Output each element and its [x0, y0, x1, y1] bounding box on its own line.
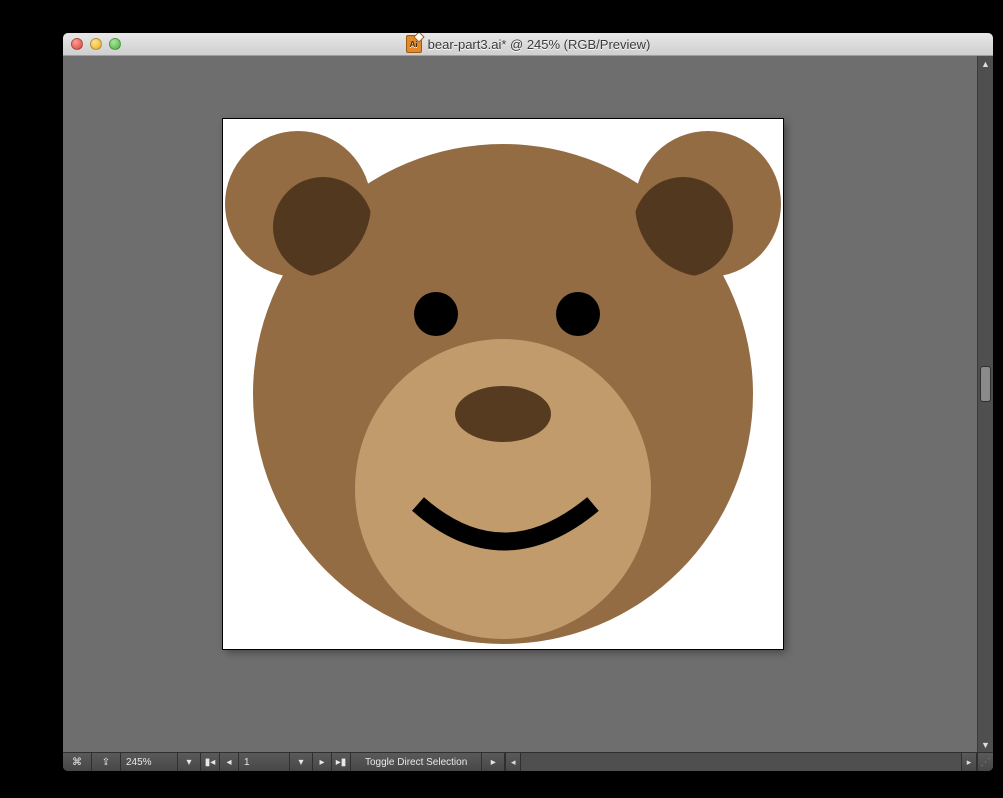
- scroll-right-arrow-icon[interactable]: ▸: [961, 753, 977, 771]
- vertical-scrollbar[interactable]: ▲ ▼: [977, 56, 993, 752]
- zoom-value: 245%: [126, 757, 152, 768]
- prev-artboard-button[interactable]: ◂: [220, 753, 239, 771]
- artboard-dropdown[interactable]: ▾: [290, 753, 313, 771]
- horizontal-scroll-track[interactable]: [521, 753, 961, 771]
- status-bar: ⌘ ⇪ 245% ▾ ▮◂ ◂ 1 ▾ ▸ ▸▮ Toggle Direct S: [63, 752, 993, 771]
- window-title-text: bear-part3.ai* @ 245% (RGB/Preview): [428, 37, 651, 52]
- zoom-input[interactable]: 245%: [121, 753, 178, 771]
- scroll-up-arrow-icon[interactable]: ▲: [978, 56, 993, 71]
- horizontal-scrollbar[interactable]: [521, 753, 961, 771]
- resize-grip-icon: ⋰: [981, 757, 991, 768]
- ai-file-icon: Ai: [406, 35, 422, 53]
- status-flyout-button[interactable]: ▸: [482, 753, 505, 771]
- prev-icon: ◂: [226, 757, 231, 768]
- tool-hint: Toggle Direct Selection: [351, 753, 482, 771]
- window-controls: [71, 38, 121, 50]
- zoom-window-button[interactable]: [109, 38, 121, 50]
- bear-eye-right: [556, 292, 600, 336]
- share-button[interactable]: ⇪: [92, 753, 121, 771]
- next-artboard-button[interactable]: ▸: [313, 753, 332, 771]
- document-body: ▲ ▼: [63, 56, 993, 752]
- document-window: Ai bear-part3.ai* @ 245% (RGB/Preview): [62, 32, 994, 772]
- bear-eye-left: [414, 292, 458, 336]
- last-icon: ▸▮: [336, 757, 347, 768]
- scroll-left-arrow-icon[interactable]: ◂: [505, 753, 521, 771]
- last-artboard-button[interactable]: ▸▮: [332, 753, 351, 771]
- window-resize-grip[interactable]: ⋰: [977, 753, 993, 771]
- bear-muzzle: [355, 339, 651, 639]
- gpu-preview-button[interactable]: ⌘: [63, 753, 92, 771]
- titlebar[interactable]: Ai bear-part3.ai* @ 245% (RGB/Preview): [63, 33, 993, 56]
- share-icon: ⇪: [102, 757, 110, 768]
- bear-nose: [455, 386, 551, 442]
- artboard-number-input[interactable]: 1: [239, 753, 290, 771]
- first-artboard-button[interactable]: ▮◂: [201, 753, 220, 771]
- chevron-down-icon: ▾: [298, 757, 303, 768]
- tool-hint-text: Toggle Direct Selection: [365, 757, 467, 768]
- window-title: Ai bear-part3.ai* @ 245% (RGB/Preview): [63, 35, 993, 53]
- artboard[interactable]: [223, 119, 783, 649]
- menu-arrow-icon: ▸: [491, 757, 496, 768]
- next-icon: ▸: [319, 757, 324, 768]
- scroll-down-arrow-icon[interactable]: ▼: [978, 737, 993, 752]
- artboard-number-value: 1: [244, 757, 250, 768]
- first-icon: ▮◂: [205, 757, 216, 768]
- zoom-dropdown[interactable]: ▾: [178, 753, 201, 771]
- close-window-button[interactable]: [71, 38, 83, 50]
- minimize-window-button[interactable]: [90, 38, 102, 50]
- vertical-scroll-thumb[interactable]: [980, 366, 991, 402]
- link-icon: ⌘: [72, 757, 82, 768]
- canvas-area[interactable]: [63, 56, 977, 752]
- chevron-down-icon: ▾: [186, 757, 191, 768]
- bear-illustration: [223, 119, 783, 649]
